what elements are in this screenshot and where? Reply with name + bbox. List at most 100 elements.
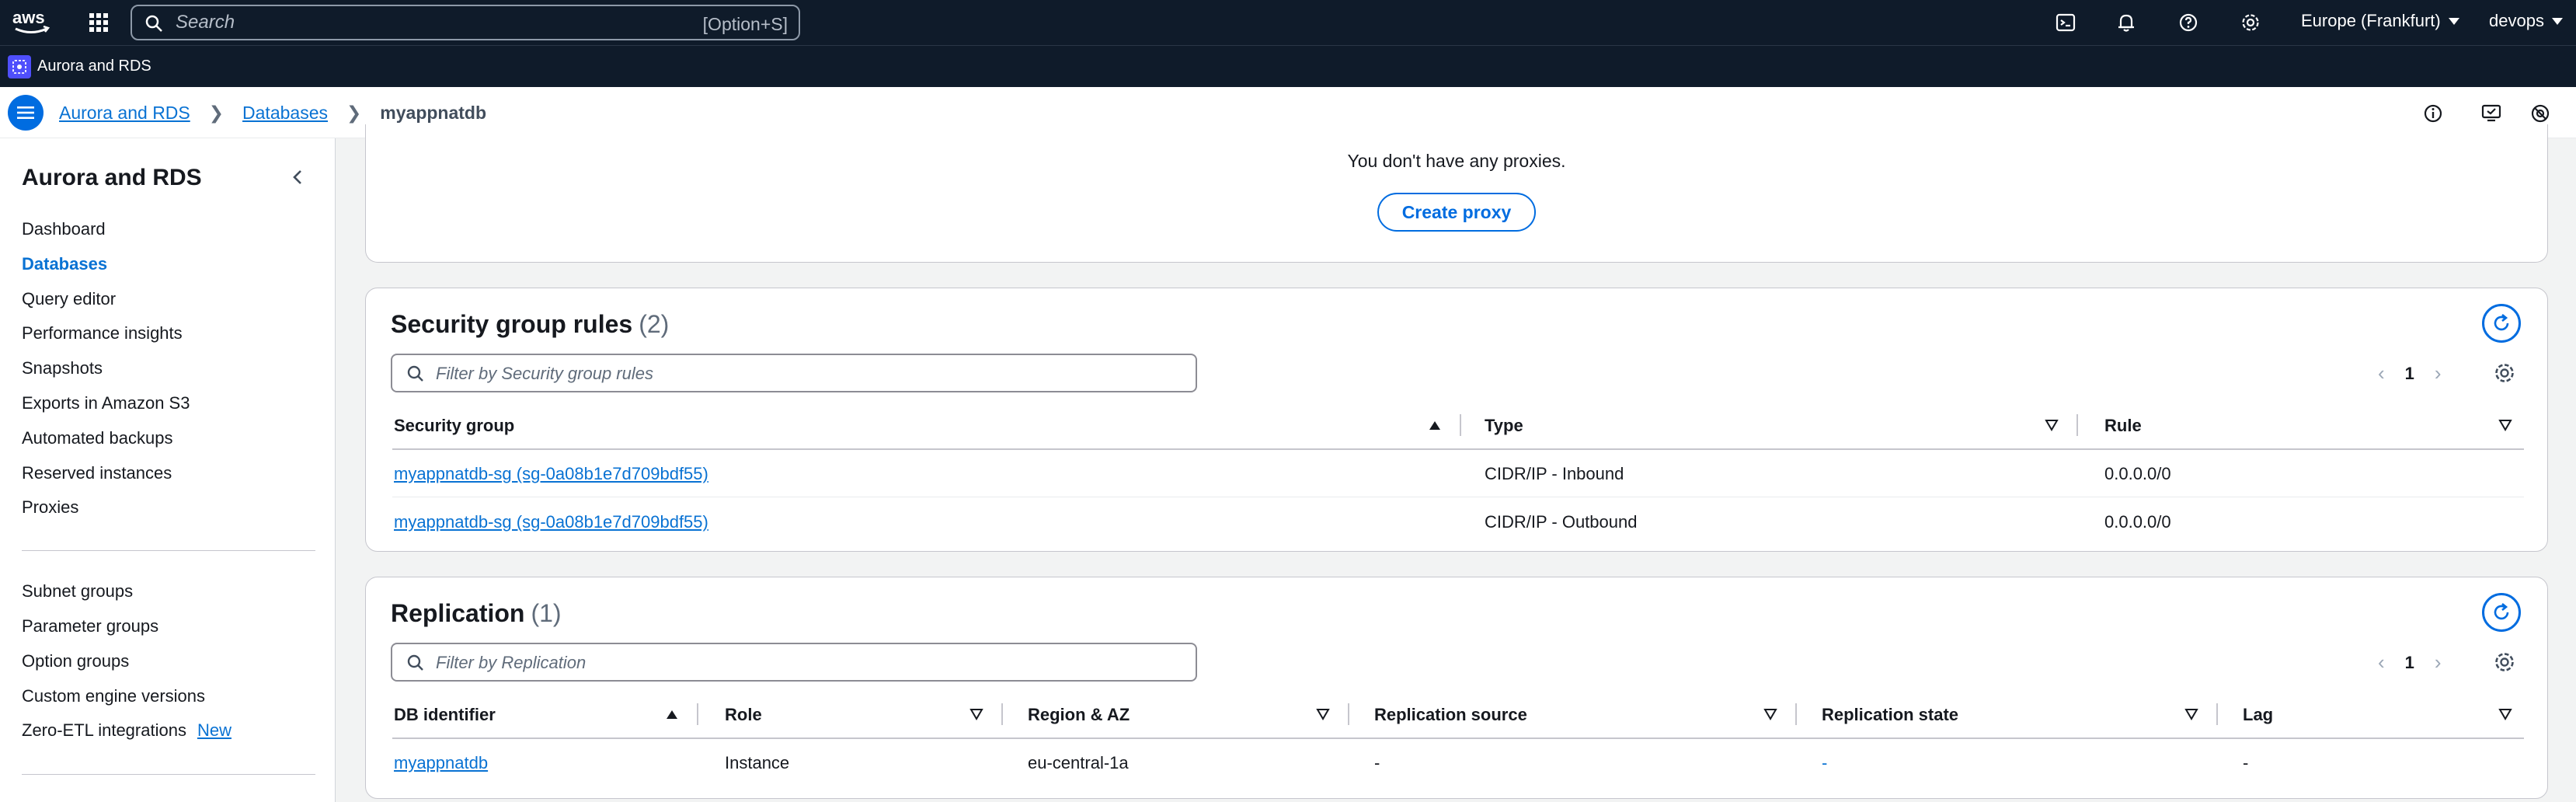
table-cell-replication-state[interactable]: - [1822,753,1827,773]
sort-icon[interactable] [969,706,984,722]
feedback-icon[interactable] [2480,101,2505,126]
column-header-region-az[interactable]: Region & AZ [1028,705,1130,725]
sidebar-title[interactable]: Aurora and RDS [22,165,202,191]
sidebar-item-query-editor[interactable]: Query editor [22,289,116,309]
sort-icon[interactable] [2044,417,2059,433]
new-badge[interactable]: New [197,720,231,740]
column-header-rule[interactable]: Rule [2104,416,2142,436]
sidebar-item-proxies[interactable]: Proxies [22,497,78,518]
table-cell-region-az: eu-central-1a [1028,753,1129,772]
column-header-replication-source[interactable]: Replication source [1374,705,1527,725]
sort-icon[interactable] [2184,706,2199,722]
column-divider [1460,414,1461,436]
sidebar-item-automated-backups[interactable]: Automated backups [22,428,172,448]
table-cell-rule: 0.0.0.0/0 [2104,512,2171,532]
sidebar-item-snapshots[interactable]: Snapshots [22,358,103,378]
breadcrumb-link-databases[interactable]: Databases [242,103,328,124]
aws-logo[interactable]: aws [11,6,54,37]
sidebar-item-dashboard[interactable]: Dashboard [22,219,106,239]
replication-title-text: Replication [391,599,525,627]
security-rules-filter[interactable] [391,354,1197,392]
service-name[interactable]: Aurora and RDS [37,58,151,75]
sidebar-item-zero-etl[interactable]: Zero-ETL integrations New [22,720,231,741]
table-cell-lag: - [2243,753,2249,772]
create-proxy-button[interactable]: Create proxy [1377,193,1536,232]
account-menu[interactable]: devops [2489,11,2563,31]
security-rules-filter-input[interactable] [436,363,1166,385]
sort-icon[interactable] [1315,706,1331,722]
sidebar-item-option-groups[interactable]: Option groups [22,651,129,671]
sidebar-item-zero-etl-label: Zero-ETL integrations [22,720,186,740]
hamburger-icon[interactable] [8,95,44,131]
sort-icon[interactable] [2498,417,2513,433]
security-rules-count: (2) [639,310,670,338]
prev-page-icon[interactable]: ‹ [2378,650,2385,675]
service-bar: Aurora and RDS [0,45,2576,87]
table-header-divider [392,448,2524,450]
breadcrumb-link-aurora[interactable]: Aurora and RDS [59,103,190,124]
apps-grid-icon[interactable] [85,9,112,36]
column-header-replication-state[interactable]: Replication state [1822,705,1958,725]
rds-service-icon[interactable] [8,55,31,78]
chevron-left-icon[interactable] [287,166,309,188]
cloudshell-icon[interactable] [2052,9,2079,36]
prev-page-icon[interactable]: ‹ [2378,361,2385,385]
column-header-lag[interactable]: Lag [2243,705,2273,725]
sidebar-item-performance-insights[interactable]: Performance insights [22,323,183,343]
global-search[interactable]: [Option+S] [131,5,800,40]
table-cell-type: CIDR/IP - Inbound [1485,464,1624,483]
current-page[interactable]: 1 [2405,364,2414,384]
column-header-security-group[interactable]: Security group [394,416,514,436]
help-icon[interactable] [2175,9,2202,36]
table-cell-db-identifier: myappnatdb [394,753,488,773]
refresh-icon[interactable] [2482,304,2521,343]
sort-ascending-icon[interactable] [664,706,680,722]
caret-down-icon [2448,17,2459,25]
column-header-type[interactable]: Type [1485,416,1523,436]
top-navigation: aws [Option+S] Europe (Frankfurt) devops [0,0,2576,45]
region-label: Europe (Frankfurt) [2301,11,2441,30]
sidebar-item-custom-engine-versions[interactable]: Custom engine versions [22,686,205,706]
sidebar-item-subnet-groups[interactable]: Subnet groups [22,581,133,602]
table-cell-rule: 0.0.0.0/0 [2104,464,2171,483]
bell-icon[interactable] [2113,9,2139,36]
table-cell-replication-source: - [1374,753,1380,772]
security-group-link[interactable]: myappnatdb-sg (sg-0a08b1e7d709bdf55) [394,512,708,532]
info-icon[interactable] [2421,101,2445,126]
sidebar-item-parameter-groups[interactable]: Parameter groups [22,616,158,636]
db-identifier-link[interactable]: myappnatdb [394,753,488,772]
column-header-role[interactable]: Role [725,705,762,725]
search-icon [406,364,425,383]
table-cell-security-group: myappnatdb-sg (sg-0a08b1e7d709bdf55) [394,512,708,532]
refresh-icon[interactable] [2482,593,2521,632]
sidebar-item-databases[interactable]: Databases [22,254,107,274]
region-selector[interactable]: Europe (Frankfurt) [2301,11,2459,31]
sidebar-divider [22,774,315,775]
sidebar-item-reserved-instances[interactable]: Reserved instances [22,463,172,483]
replication-pagination: ‹ 1 › [2378,650,2442,675]
security-group-link[interactable]: myappnatdb-sg (sg-0a08b1e7d709bdf55) [394,464,708,483]
breadcrumb-current: myappnatdb [380,103,487,123]
sidebar-divider [22,550,315,551]
user-label: devops [2489,11,2544,30]
replication-title: Replication (1) [391,599,562,628]
current-page[interactable]: 1 [2405,653,2414,673]
replication-filter[interactable] [391,643,1197,682]
sort-icon[interactable] [1763,706,1778,722]
table-settings-icon[interactable] [2493,361,2518,386]
table-settings-icon[interactable] [2493,650,2518,675]
next-page-icon[interactable]: › [2435,650,2442,675]
sidebar-item-exports-s3[interactable]: Exports in Amazon S3 [22,393,190,413]
chevron-right-icon: ❯ [346,103,362,123]
next-page-icon[interactable]: › [2435,361,2442,385]
settings-icon[interactable] [2528,101,2553,126]
gear-icon[interactable] [2237,9,2264,36]
search-input[interactable] [176,11,673,34]
sort-ascending-icon[interactable] [1427,417,1443,433]
proxies-panel: You don't have any proxies. Create proxy [365,124,2548,263]
sort-icon[interactable] [2498,706,2513,722]
aws-logo-text: aws [12,8,45,27]
search-shortcut: [Option+S] [702,14,788,34]
replication-filter-input[interactable] [436,652,1166,674]
column-header-db-identifier[interactable]: DB identifier [394,705,496,725]
